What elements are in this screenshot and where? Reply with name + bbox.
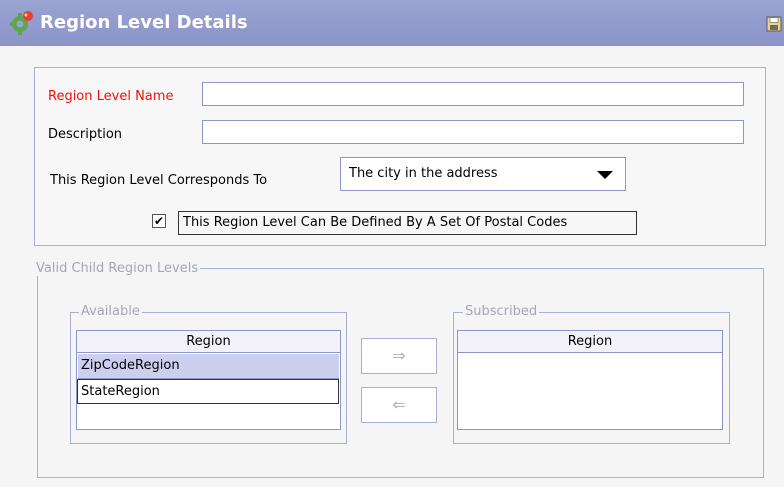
subscribed-list[interactable]: Region bbox=[457, 330, 723, 430]
arrow-left-icon: ⇐ bbox=[392, 395, 406, 414]
region-gear-icon bbox=[10, 11, 33, 35]
postal-codes-label-focus[interactable]: This Region Level Can Be Defined By A Se… bbox=[178, 211, 637, 235]
corresponds-to-dropdown[interactable]: The city in the address bbox=[340, 157, 626, 191]
region-level-name-input[interactable] bbox=[202, 82, 744, 106]
description-label: Description bbox=[48, 127, 123, 142]
available-column-header[interactable]: Region bbox=[77, 331, 340, 353]
region-level-name-label: Region Level Name bbox=[48, 89, 174, 104]
list-item[interactable]: StateRegion bbox=[77, 379, 339, 404]
description-input[interactable] bbox=[202, 120, 744, 144]
corresponds-to-value: The city in the address bbox=[349, 166, 498, 181]
page-title: Region Level Details bbox=[40, 12, 248, 33]
postal-codes-label: This Region Level Can Be Defined By A Se… bbox=[183, 215, 568, 230]
available-list[interactable]: Region ZipCodeRegion StateRegion bbox=[76, 330, 341, 430]
subscribed-legend: Subscribed bbox=[463, 304, 540, 319]
add-to-subscribed-button[interactable]: ⇒ bbox=[361, 338, 437, 374]
postal-codes-checkbox[interactable]: ✔ bbox=[152, 214, 166, 228]
title-bar: Region Level Details bbox=[0, 0, 784, 46]
dropdown-arrow-icon bbox=[597, 171, 613, 179]
list-item[interactable]: ZipCodeRegion bbox=[78, 354, 339, 379]
subscribed-column-header[interactable]: Region bbox=[458, 331, 722, 353]
save-icon[interactable] bbox=[766, 16, 782, 32]
corresponds-to-label: This Region Level Corresponds To bbox=[50, 173, 268, 188]
remove-from-subscribed-button[interactable]: ⇐ bbox=[361, 387, 437, 423]
arrow-right-icon: ⇒ bbox=[392, 346, 406, 365]
available-legend: Available bbox=[79, 304, 142, 319]
child-region-levels-legend: Valid Child Region Levels bbox=[34, 261, 201, 276]
